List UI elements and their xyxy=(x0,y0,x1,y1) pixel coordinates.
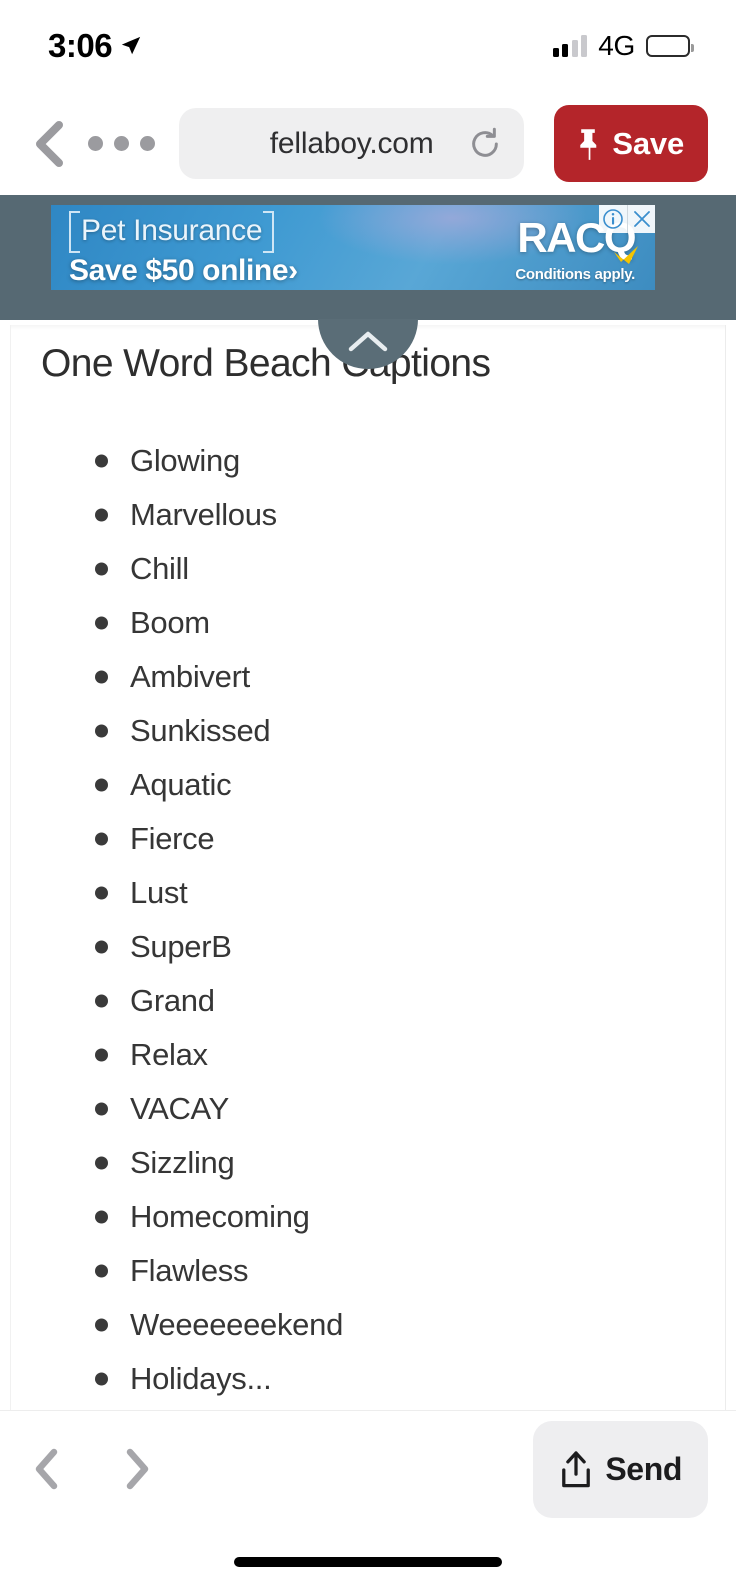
pin-icon xyxy=(580,128,597,160)
list-item: Fierce xyxy=(11,812,725,866)
list-item: Weeeeeeekend xyxy=(11,1298,725,1352)
url-bar[interactable]: fellaboy.com xyxy=(179,108,525,179)
chevron-left-icon xyxy=(36,120,63,167)
home-indicator[interactable] xyxy=(234,1557,502,1567)
webpage-content: One Word Beach Captions Glowing Marvello… xyxy=(10,325,726,1410)
chevron-left-icon xyxy=(35,1448,58,1490)
info-icon[interactable] xyxy=(599,205,627,233)
ad-controls xyxy=(599,205,655,233)
list-item: Flawless xyxy=(11,1244,725,1298)
chevron-up-icon xyxy=(348,331,388,352)
page-back-button[interactable] xyxy=(18,1441,74,1497)
list-item: Marvellous xyxy=(11,488,725,542)
send-button-label: Send xyxy=(605,1451,682,1487)
list-item: Chill xyxy=(11,542,725,596)
list-item: VACAY xyxy=(11,1082,725,1136)
ad-subheadline: Save $50 online› xyxy=(69,254,298,288)
list-item: Sunkissed xyxy=(11,704,725,758)
send-button[interactable]: Send xyxy=(533,1421,708,1518)
ad-cta-arrow: › xyxy=(288,254,298,287)
list-item: Glowing xyxy=(11,434,725,488)
ad-strip: Pet Insurance Save $50 online› RACQ Cond… xyxy=(0,195,736,320)
browser-more-button[interactable] xyxy=(88,136,155,151)
signal-strength-icon xyxy=(552,35,588,57)
chevron-right-icon xyxy=(126,1448,149,1490)
bottom-toolbar: Send xyxy=(0,1410,736,1593)
list-item: Grand xyxy=(11,974,725,1028)
list-item: Sizzling xyxy=(11,1136,725,1190)
caption-list: Glowing Marvellous Chill Boom Ambivert S… xyxy=(11,434,725,1406)
list-item: Relax xyxy=(11,1028,725,1082)
ellipsis-dot xyxy=(140,136,155,151)
list-item: Lust xyxy=(11,866,725,920)
page-forward-button[interactable] xyxy=(110,1441,166,1497)
url-text: fellaboy.com xyxy=(269,126,434,160)
save-button[interactable]: Save xyxy=(554,105,708,182)
bracket-right xyxy=(263,211,275,253)
checkmark-icon xyxy=(614,246,638,264)
bracket-left xyxy=(69,211,80,253)
ad-banner[interactable]: Pet Insurance Save $50 online› RACQ Cond… xyxy=(51,205,655,290)
list-item: Ambivert xyxy=(11,650,725,704)
location-arrow-icon xyxy=(121,36,141,55)
ad-subheadline-text: Save $50 online xyxy=(69,254,289,287)
network-type-label: 4G xyxy=(598,30,635,61)
browser-toolbar: fellaboy.com Save xyxy=(0,92,736,195)
browser-back-button[interactable] xyxy=(22,118,74,170)
ad-disclaimer: Conditions apply. xyxy=(515,266,635,283)
status-time: 3:06 xyxy=(48,27,113,64)
list-item: Aquatic xyxy=(11,758,725,812)
list-item: SuperB xyxy=(11,920,725,974)
list-item: Boom xyxy=(11,596,725,650)
status-bar: 3:06 4G xyxy=(0,0,736,92)
list-item: Holidays... xyxy=(11,1352,725,1406)
status-bar-left: 3:06 xyxy=(48,27,142,65)
list-item: Homecoming xyxy=(11,1190,725,1244)
status-bar-right: 4G xyxy=(552,30,694,62)
save-button-label: Save xyxy=(612,125,684,161)
ad-copy: Pet Insurance Save $50 online› xyxy=(69,211,298,288)
close-icon[interactable] xyxy=(627,205,655,233)
ellipsis-dot xyxy=(114,136,129,151)
ad-headline-text: Pet Insurance xyxy=(81,214,263,247)
battery-icon xyxy=(646,35,694,57)
reload-icon[interactable] xyxy=(468,127,502,161)
ellipsis-dot xyxy=(88,136,103,151)
share-upload-icon xyxy=(562,1450,591,1487)
ad-headline: Pet Insurance xyxy=(69,211,275,253)
